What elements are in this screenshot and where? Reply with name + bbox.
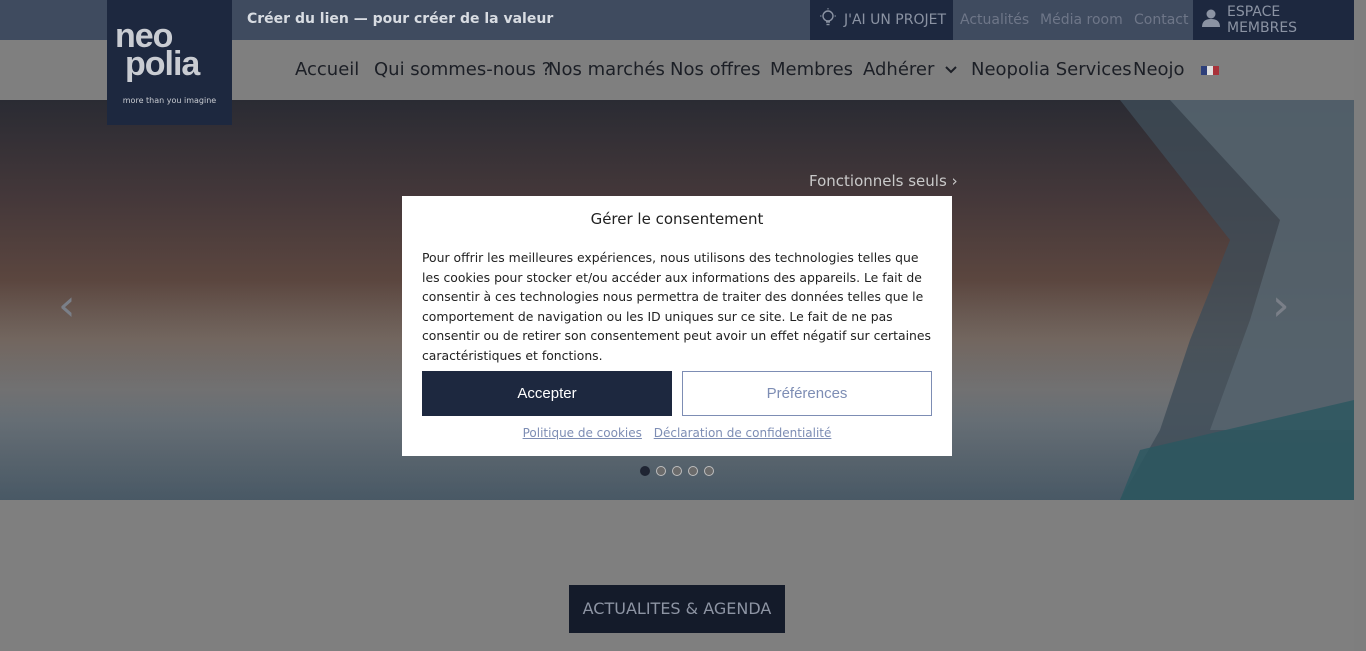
nav-membres[interactable]: Membres — [770, 40, 853, 100]
cookie-policy-link[interactable]: Politique de cookies — [523, 426, 642, 440]
logo-wordmark: neo polia — [115, 17, 200, 83]
actualites-agenda-button[interactable]: ACTUALITES & AGENDA — [569, 585, 785, 633]
consent-title: Gérer le consentement — [590, 210, 764, 228]
chevron-right-icon: › — [951, 172, 958, 190]
slide-dot-1[interactable] — [640, 466, 650, 476]
projet-label: J'AI UN PROJET — [844, 12, 947, 28]
slide-dot-3[interactable] — [672, 466, 682, 476]
functional-only-link[interactable]: Fonctionnels seuls › — [809, 172, 958, 190]
logo-tagline: more than you imagine — [122, 96, 217, 105]
link-media-room[interactable]: Média room — [1040, 0, 1123, 40]
nav-accueil[interactable]: Accueil — [295, 40, 359, 100]
nav-adherer-label: Adhérer — [863, 59, 935, 80]
prev-slide-arrow[interactable]: ‹ — [58, 280, 76, 331]
next-slide-arrow[interactable]: › — [1272, 280, 1290, 331]
neopolia-logo[interactable]: neo polia more than you imagine — [107, 0, 232, 125]
preferences-button[interactable]: Préférences — [682, 371, 932, 416]
nav-neopolia-services[interactable]: Neopolia Services — [971, 40, 1132, 100]
nav-neojo[interactable]: Neojo — [1133, 40, 1185, 100]
nav-qui-sommes-nous[interactable]: Qui sommes-nous ? — [374, 40, 551, 100]
consent-modal: Gérer le consentement Pour offrir les me… — [402, 196, 952, 456]
lightbulb-icon — [818, 7, 838, 33]
chevron-down-icon — [944, 40, 958, 100]
link-actualites[interactable]: Actualités — [960, 0, 1029, 40]
airplane-wing-image — [1120, 100, 1354, 500]
slide-dot-5[interactable] — [704, 466, 714, 476]
link-contact[interactable]: Contact — [1134, 0, 1188, 40]
nav-adherer[interactable]: Adhérer — [863, 40, 958, 100]
french-flag-icon[interactable] — [1201, 66, 1219, 75]
consent-links: Politique de cookies Déclaration de conf… — [402, 426, 952, 440]
accept-button[interactable]: Accepter — [422, 371, 672, 416]
privacy-statement-link[interactable]: Déclaration de confidentialité — [654, 426, 832, 440]
slide-dot-4[interactable] — [688, 466, 698, 476]
slide-dot-2[interactable] — [656, 466, 666, 476]
nav-nos-offres[interactable]: Nos offres — [670, 40, 760, 100]
projet-button[interactable]: J'AI UN PROJET — [810, 0, 953, 40]
user-icon — [1201, 8, 1221, 32]
scrollbar[interactable] — [1354, 0, 1366, 651]
espace-membres-label: ESPACE MEMBRES — [1227, 4, 1298, 36]
slide-indicators — [640, 466, 714, 476]
nav-nos-marches[interactable]: Nos marchés — [548, 40, 665, 100]
tagline: Créer du lien — pour créer de la valeur — [247, 11, 554, 27]
consent-text: Pour offrir les meilleures expériences, … — [422, 250, 931, 363]
espace-membres-button[interactable]: ESPACE MEMBRES — [1193, 0, 1354, 40]
